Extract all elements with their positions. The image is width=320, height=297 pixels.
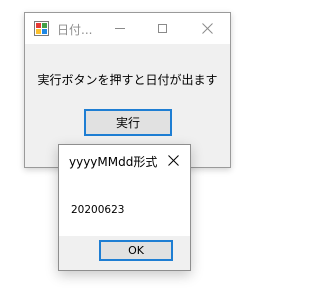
close-icon: [167, 154, 179, 166]
app-icon: [34, 21, 49, 36]
window-title: 日付...: [57, 23, 93, 37]
ok-button[interactable]: OK: [99, 240, 173, 261]
main-title-bar[interactable]: 日付...: [25, 13, 230, 44]
minimize-button[interactable]: [105, 13, 135, 44]
run-button[interactable]: 実行: [84, 109, 172, 136]
instruction-label: 実行ボタンを押すと日付が出ます: [37, 73, 218, 87]
dialog-message: 20200623: [71, 204, 125, 216]
maximize-icon: [157, 24, 167, 33]
maximize-button[interactable]: [147, 13, 177, 44]
dialog-footer: OK: [59, 236, 190, 270]
minimize-icon: [115, 28, 125, 29]
dialog-close-button[interactable]: [162, 149, 184, 171]
close-icon: [201, 23, 213, 34]
close-button[interactable]: [192, 13, 222, 44]
dialog-title: yyyyMMdd形式: [69, 155, 158, 169]
desktop: 日付... 実行ボタンを押すと日付が出ます 実行 yyyyMMdd形式 2020…: [0, 0, 254, 297]
message-box-dialog: yyyyMMdd形式 20200623 OK: [58, 144, 191, 271]
